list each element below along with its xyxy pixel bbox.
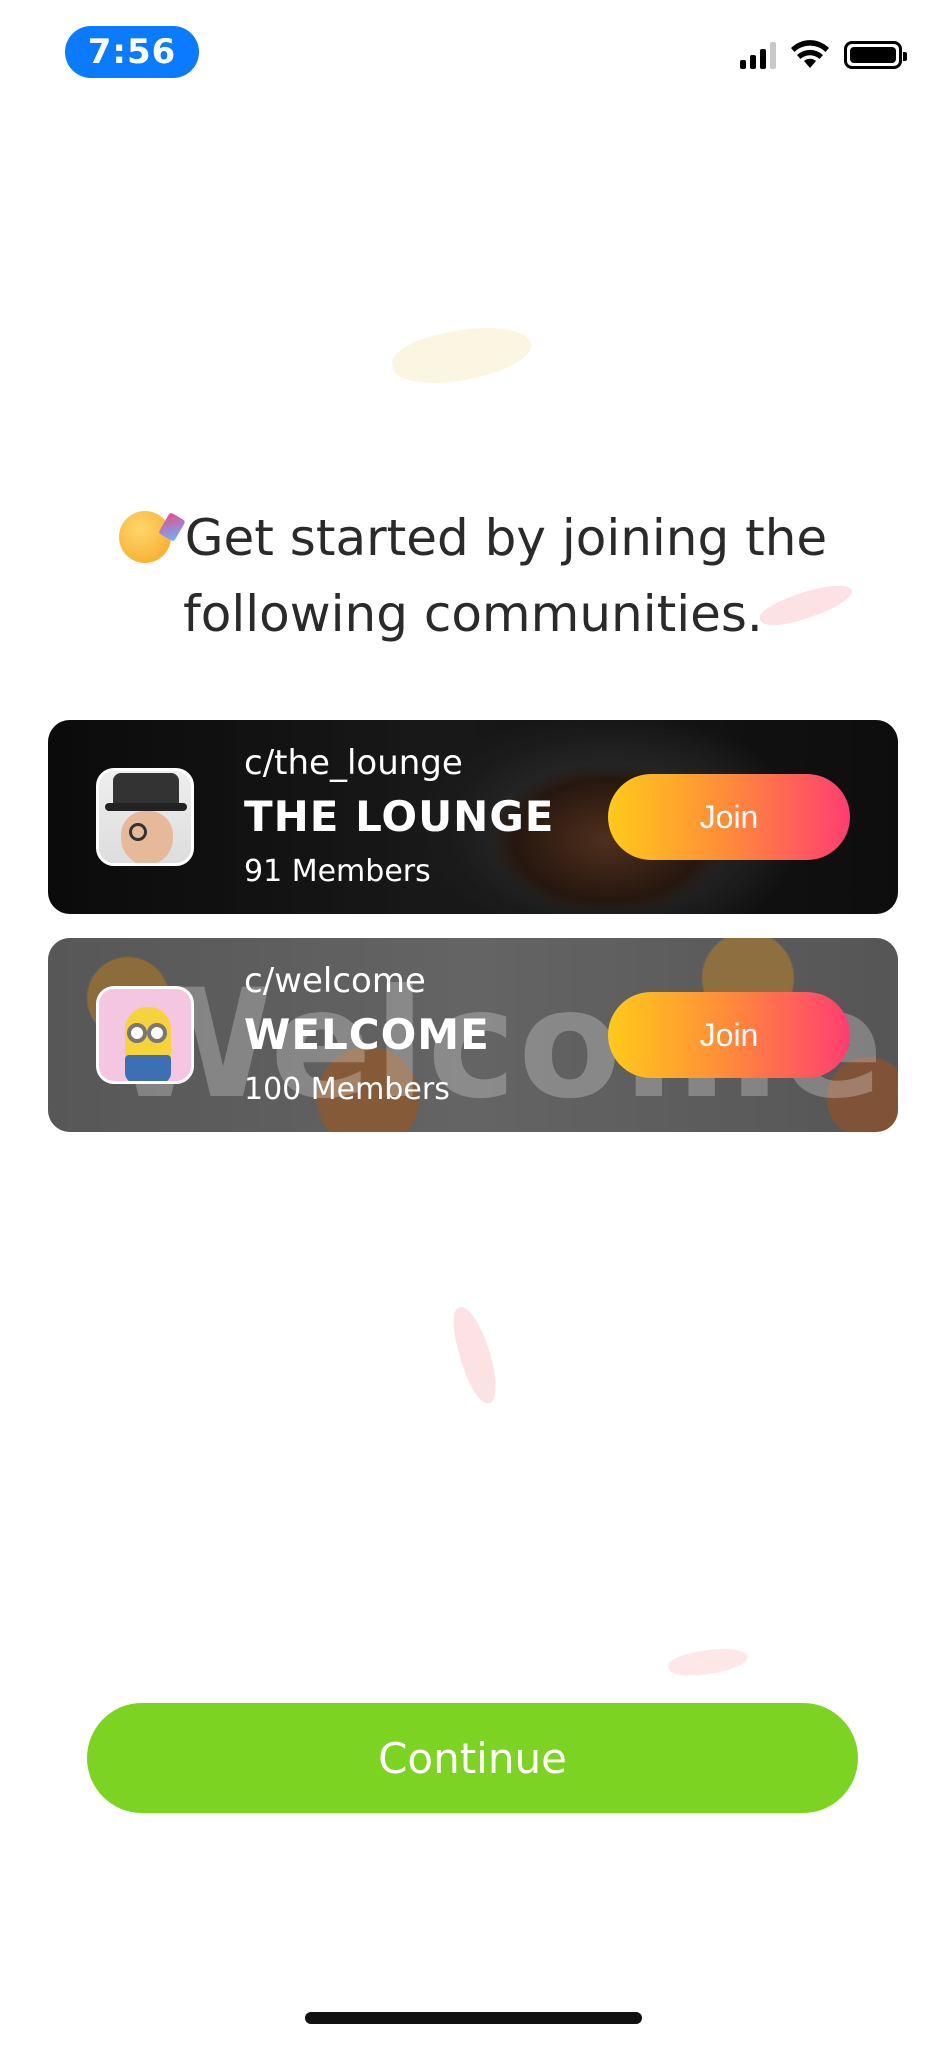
member-count: 100 Members (244, 1072, 450, 1107)
gentleman-monocle-avatar (96, 768, 194, 866)
confetti-piece (388, 315, 536, 395)
join-button[interactable]: Join (608, 992, 850, 1078)
community-name: WELCOME (244, 1010, 490, 1059)
minion-avatar (96, 986, 194, 1084)
community-name: THE LOUNGE (244, 792, 555, 841)
partying-face-icon (118, 511, 171, 563)
community-slug: c/welcome (244, 961, 426, 1001)
status-icons (740, 40, 907, 70)
continue-button[interactable]: Continue (87, 1703, 858, 1813)
community-card-the-lounge[interactable]: c/the_lounge THE LOUNGE 91 Members Join (48, 720, 898, 914)
community-info: c/the_lounge THE LOUNGE 91 Members (244, 740, 555, 896)
onboarding-screen: 7:56 Get started by joining the followin… (0, 0, 946, 2048)
page-heading: Get started by joining the following com… (80, 500, 866, 652)
wifi-icon (791, 40, 829, 68)
community-slug: c/the_lounge (244, 743, 463, 783)
confetti-piece (447, 1302, 503, 1408)
member-count: 91 Members (244, 854, 431, 889)
community-info: c/welcome WELCOME 100 Members (244, 958, 490, 1114)
join-button[interactable]: Join (608, 774, 850, 860)
status-time: 7:56 (65, 26, 199, 78)
confetti-piece (666, 1643, 750, 1681)
battery-icon (844, 41, 907, 69)
heading-text: Get started by joining the following com… (183, 509, 828, 643)
home-indicator[interactable] (305, 2012, 642, 2024)
cellular-signal-icon (740, 41, 776, 69)
community-card-welcome[interactable]: Welcome c/welcome WELCOME 100 Members Jo… (48, 938, 898, 1132)
